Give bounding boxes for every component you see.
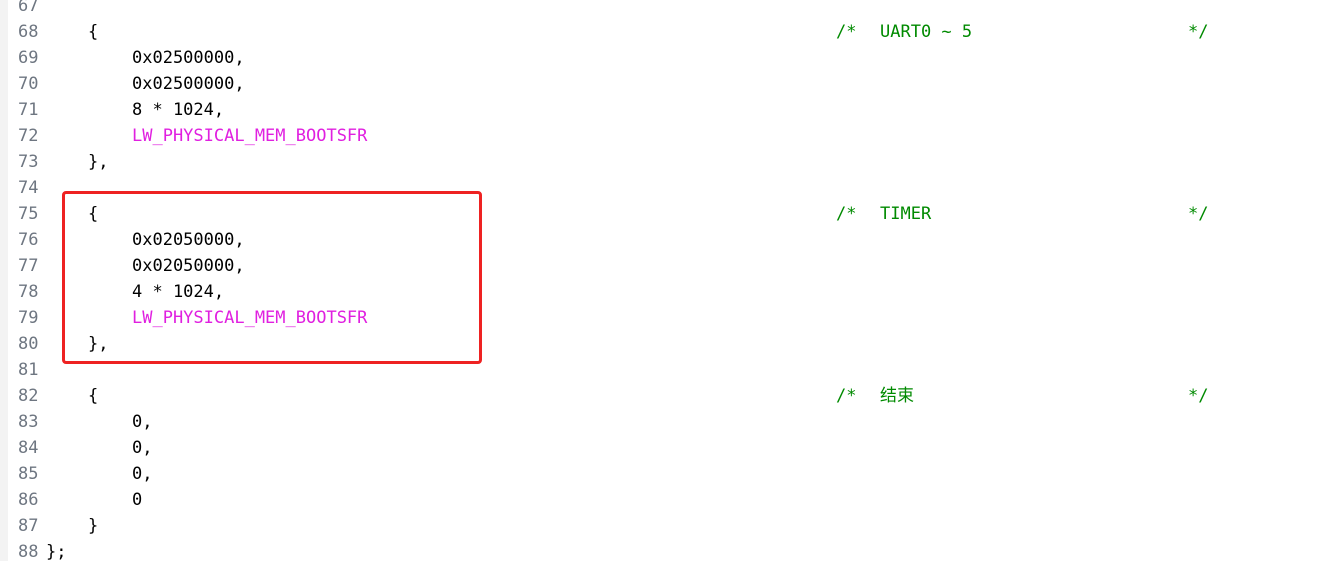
- code-text: 0: [132, 490, 143, 510]
- code-text: },: [88, 334, 109, 354]
- line-number: 82: [18, 386, 39, 406]
- comment-open-token: /*: [836, 22, 857, 42]
- line-number: 70: [18, 74, 39, 94]
- code-line[interactable]: 84 0,: [0, 435, 1328, 461]
- code-line[interactable]: 68 { /* UART0 ~ 5 */: [0, 19, 1328, 45]
- line-number: 86: [18, 490, 39, 510]
- line-number: 69: [18, 48, 39, 68]
- code-text: 0x02050000,: [132, 230, 245, 250]
- code-line[interactable]: 82 { /* 结束 */: [0, 383, 1328, 409]
- code-text: 0,: [132, 412, 153, 432]
- code-macro-token: LW_PHYSICAL_MEM_BOOTSFR: [132, 308, 368, 328]
- code-text: 0,: [132, 438, 153, 458]
- code-text: }: [88, 516, 99, 536]
- line-number: 71: [18, 100, 39, 120]
- line-number: 87: [18, 516, 39, 536]
- code-text: 4 * 1024,: [132, 282, 225, 302]
- code-line[interactable]: 77 0x02050000,: [0, 253, 1328, 279]
- line-number: 76: [18, 230, 39, 250]
- code-line[interactable]: 74: [0, 175, 1328, 201]
- code-text: 0x02500000,: [132, 74, 245, 94]
- line-number: 72: [18, 126, 39, 146]
- code-line[interactable]: 86 0: [0, 487, 1328, 513]
- code-line[interactable]: 83 0,: [0, 409, 1328, 435]
- code-text: 0,: [132, 464, 153, 484]
- code-line[interactable]: 67: [0, 0, 1328, 19]
- line-number: 78: [18, 282, 39, 302]
- code-line[interactable]: 72 LW_PHYSICAL_MEM_BOOTSFR: [0, 123, 1328, 149]
- code-text: };: [46, 542, 67, 562]
- line-number: 83: [18, 412, 39, 432]
- line-number: 73: [18, 152, 39, 172]
- code-macro-token: LW_PHYSICAL_MEM_BOOTSFR: [132, 126, 368, 146]
- code-line[interactable]: 78 4 * 1024,: [0, 279, 1328, 305]
- code-text: {: [88, 386, 99, 406]
- code-line[interactable]: 76 0x02050000,: [0, 227, 1328, 253]
- code-line[interactable]: 81: [0, 357, 1328, 383]
- line-number: 79: [18, 308, 39, 328]
- code-line[interactable]: 75 { /* TIMER */: [0, 201, 1328, 227]
- code-text: {: [88, 204, 99, 224]
- code-text: 0x02050000,: [132, 256, 245, 276]
- line-number: 85: [18, 464, 39, 484]
- comment-close-token: */: [1188, 204, 1209, 224]
- code-line[interactable]: 88};: [0, 539, 1328, 565]
- code-line[interactable]: 73},: [0, 149, 1328, 175]
- comment-text: UART0 ~ 5: [880, 22, 973, 42]
- line-number: 75: [18, 204, 39, 224]
- code-line[interactable]: 85 0,: [0, 461, 1328, 487]
- line-number: 84: [18, 438, 39, 458]
- comment-close-token: */: [1188, 22, 1209, 42]
- line-number: 68: [18, 22, 39, 42]
- line-number: 80: [18, 334, 39, 354]
- line-number: 77: [18, 256, 39, 276]
- code-line[interactable]: 70 0x02500000,: [0, 71, 1328, 97]
- comment-text: TIMER: [880, 204, 932, 224]
- code-line[interactable]: 87}: [0, 513, 1328, 539]
- comment-close-token: */: [1188, 386, 1209, 406]
- code-editor[interactable]: 67 68 { /* UART0 ~ 5 */ 69 0x02500000, 70 0x02500…: [0, 0, 1328, 562]
- code-text: },: [88, 152, 109, 172]
- line-number: 74: [18, 178, 39, 198]
- comment-open-token: /*: [836, 204, 857, 224]
- line-number: 88: [18, 542, 39, 562]
- code-line[interactable]: 69 0x02500000,: [0, 45, 1328, 71]
- line-number: 81: [18, 360, 39, 380]
- code-line[interactable]: 71 8 * 1024,: [0, 97, 1328, 123]
- comment-open-token: /*: [836, 386, 857, 406]
- code-line[interactable]: 79 LW_PHYSICAL_MEM_BOOTSFR: [0, 305, 1328, 331]
- line-number: 67: [18, 0, 39, 16]
- code-text: 0x02500000,: [132, 48, 245, 68]
- comment-text: 结束: [880, 386, 914, 406]
- code-text: {: [88, 22, 99, 42]
- code-line[interactable]: 80},: [0, 331, 1328, 357]
- code-text: 8 * 1024,: [132, 100, 225, 120]
